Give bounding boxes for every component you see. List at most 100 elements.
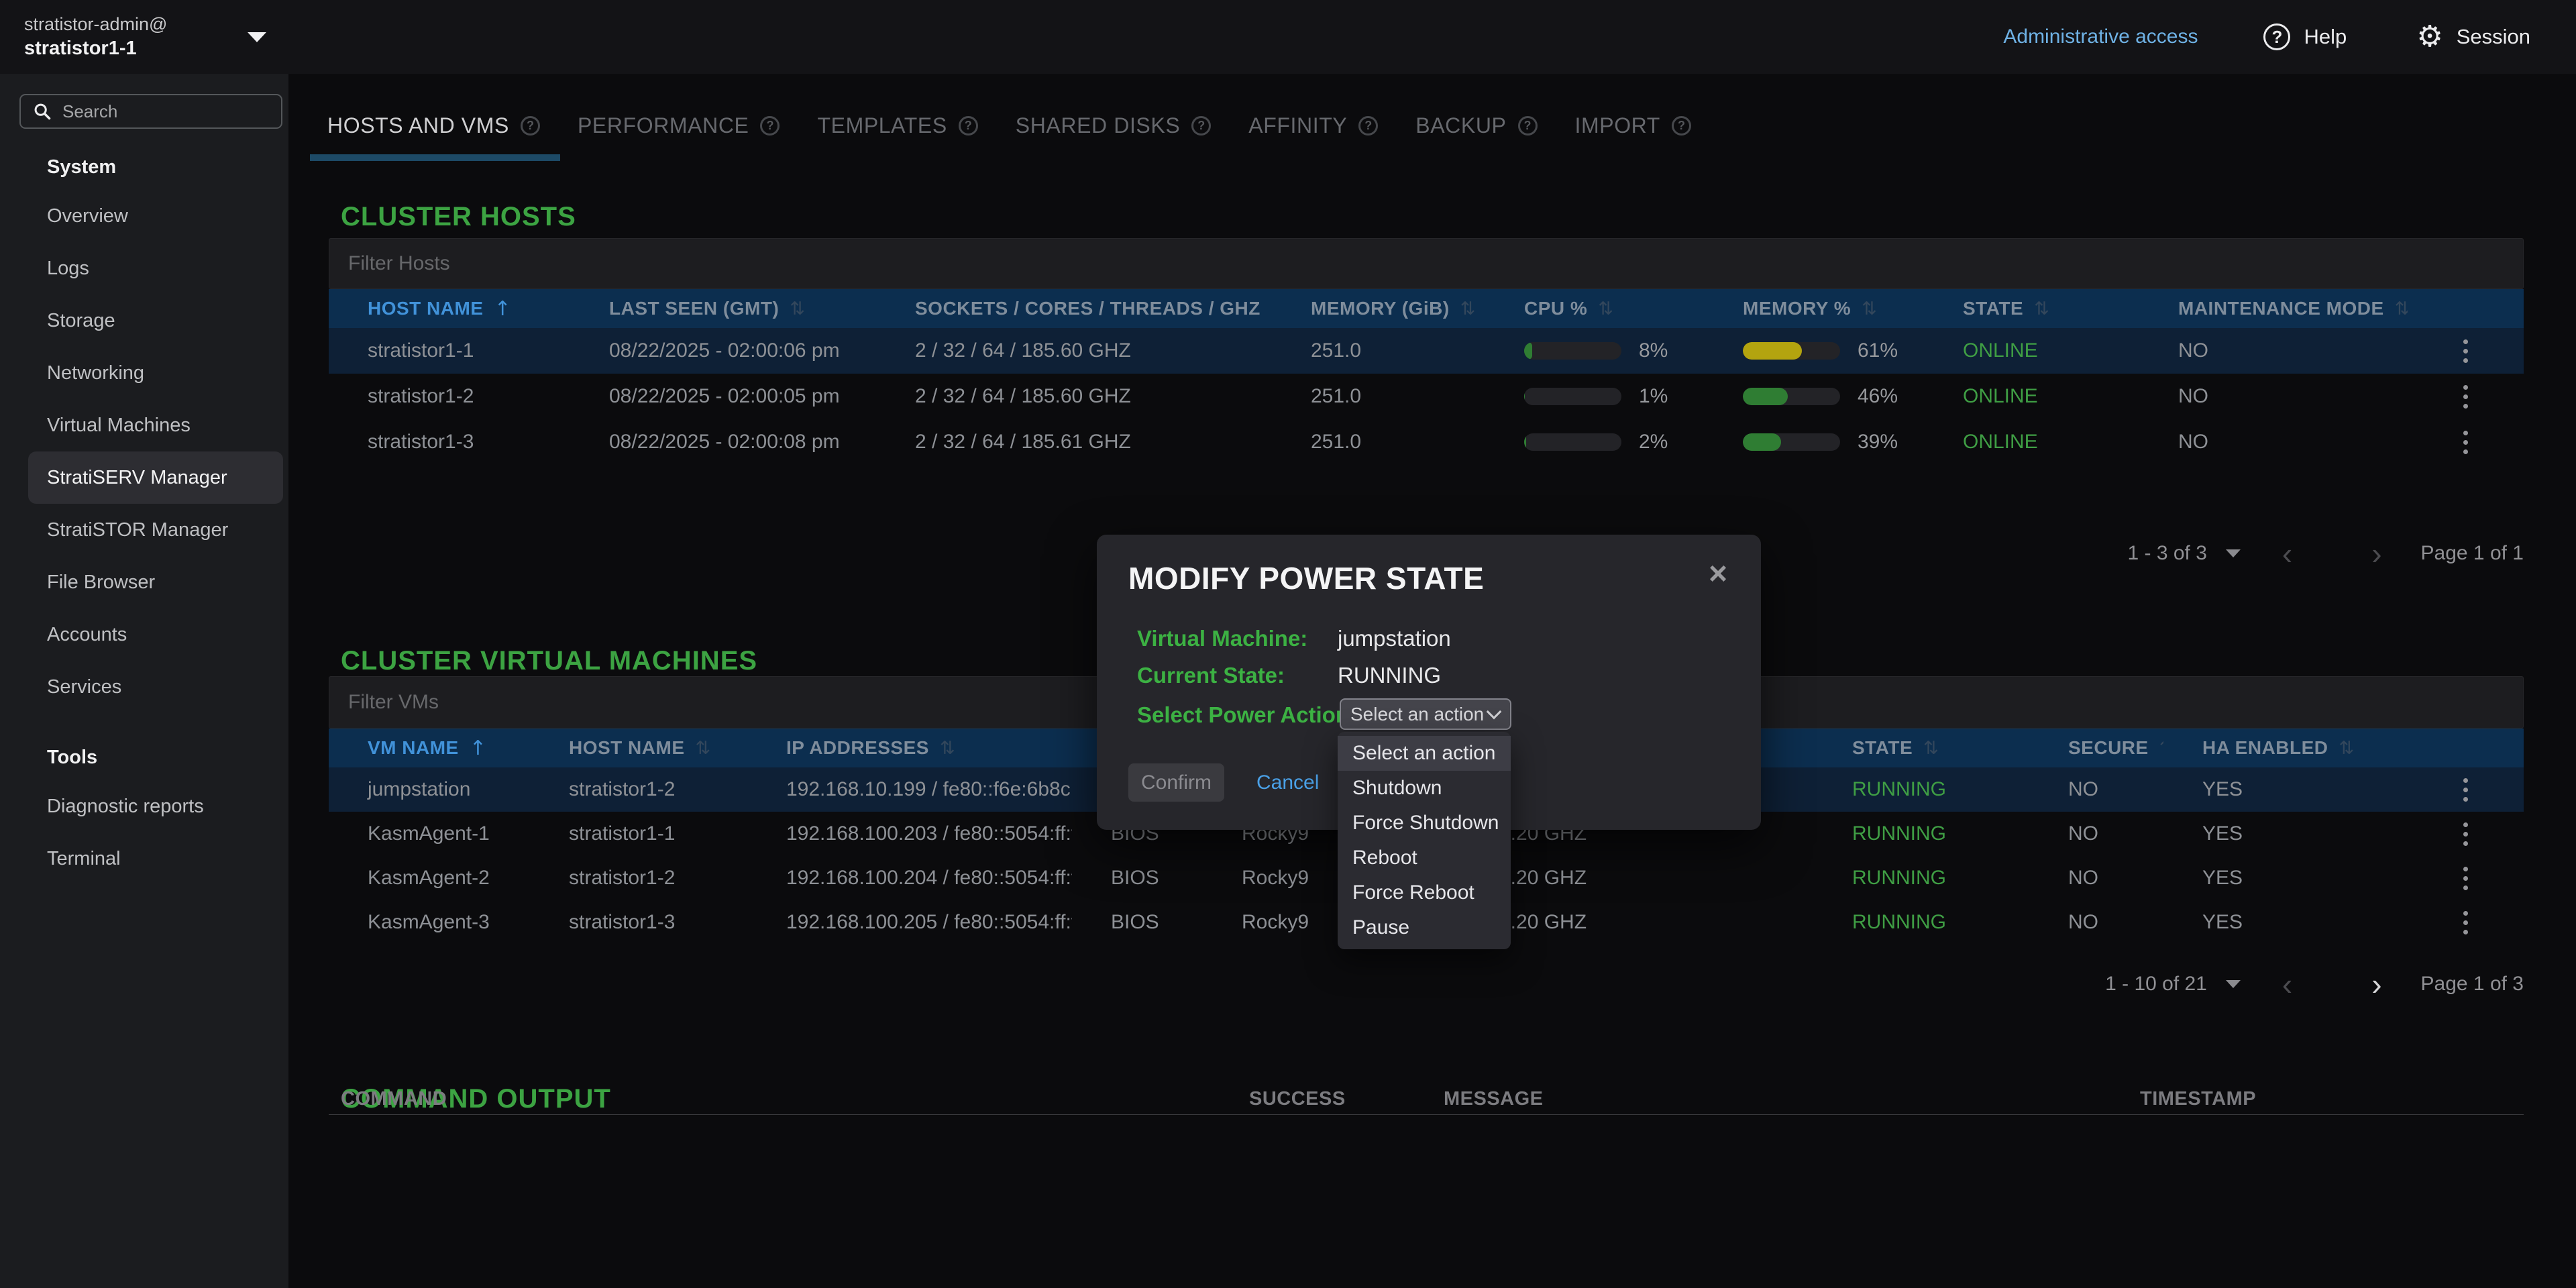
pagination-range[interactable]: 1 - 3 of 3 [2127, 542, 2206, 565]
tab-backup[interactable]: BACKUP? [1398, 90, 1557, 161]
kebab-icon[interactable] [2455, 903, 2476, 943]
firmware-cell: BIOS [1072, 867, 1203, 890]
sidebar-item-logs[interactable]: Logs [28, 242, 283, 294]
ha-enabled-cell: YES [2163, 867, 2408, 890]
sidebar-nav: SystemOverviewLogsStorageNetworkingVirtu… [0, 144, 288, 885]
cpu-usage-bar [1524, 388, 1621, 405]
nav-section-heading-tools: Tools [0, 735, 288, 780]
sort-arrow-up-icon: ↑ [494, 297, 512, 321]
column-header-host-name[interactable]: HOST NAME⇅ [530, 737, 747, 759]
session-button[interactable]: ⚙ Session [2412, 21, 2534, 52]
tab-import[interactable]: IMPORT? [1558, 90, 1711, 161]
field-label: Virtual Machine: [1137, 626, 1338, 651]
memory-usage-bar [1743, 388, 1840, 405]
column-header-vm-name[interactable]: VM NAME↑ [329, 737, 530, 760]
column-header-last-seen-gmt[interactable]: LAST SEEN (GMT)⇅ [570, 298, 876, 319]
kebab-icon[interactable] [2455, 859, 2476, 898]
sidebar-item-file-browser[interactable]: File Browser [28, 556, 283, 608]
last-seen-cell: 08/22/2025 - 02:00:05 pm [570, 385, 876, 408]
close-icon[interactable]: × [1705, 557, 1731, 591]
sidebar-item-networking[interactable]: Networking [28, 347, 283, 399]
next-page-button[interactable]: › [2371, 538, 2381, 569]
memory-usage: 61% [1704, 339, 1924, 362]
column-header-cpu[interactable]: CPU %⇅ [1485, 298, 1704, 319]
modal-title: MODIFY POWER STATE [1128, 560, 1484, 596]
sidebar-item-overview[interactable]: Overview [28, 190, 283, 242]
tab-performance[interactable]: PERFORMANCE? [560, 90, 800, 161]
power-action-option-pause[interactable]: Pause [1338, 910, 1511, 945]
question-circle-icon: ? [521, 116, 540, 136]
host-name-cell: stratistor1-3 [329, 431, 570, 453]
column-header-memory-gib[interactable]: MEMORY (GiB)⇅ [1272, 298, 1485, 319]
host-name: stratistor1-1 [24, 36, 167, 62]
host-name-cell: stratistor1-3 [530, 911, 747, 934]
tab-label: AFFINITY [1248, 113, 1347, 138]
memory-usage-value: 61% [1858, 339, 1898, 362]
sort-arrows-icon: ⇅ [790, 299, 805, 319]
next-page-button[interactable]: › [2371, 969, 2381, 1000]
prev-page-button[interactable]: ‹ [2282, 969, 2292, 1000]
column-header-ha-enabled[interactable]: HA ENABLED⇅ [2163, 737, 2408, 759]
power-action-option-force-reboot[interactable]: Force Reboot [1338, 875, 1511, 910]
help-button[interactable]: ? Help [2259, 23, 2351, 51]
secure-cell: NO [2029, 778, 2163, 801]
question-circle-icon: ? [2263, 23, 2290, 50]
kebab-icon[interactable] [2455, 770, 2476, 810]
masthead: stratistor-admin@ stratistor1-1 Administ… [0, 0, 2576, 74]
power-action-option-force-shutdown[interactable]: Force Shutdown [1338, 806, 1511, 841]
tab-templates[interactable]: TEMPLATES? [800, 90, 998, 161]
search-input[interactable] [61, 101, 270, 123]
user-menu-button[interactable]: stratistor-admin@ stratistor1-1 [0, 13, 266, 62]
kebab-icon[interactable] [2455, 331, 2476, 371]
tab-shared-disks[interactable]: SHARED DISKS? [998, 90, 1231, 161]
tab-label: SHARED DISKS [1016, 113, 1180, 138]
tab-hosts-and-vms[interactable]: HOSTS AND VMS? [310, 90, 560, 161]
prev-page-button[interactable]: ‹ [2282, 538, 2292, 569]
secure-cell: NO [2029, 822, 2163, 845]
current-state-field: Current State: RUNNING [1137, 661, 1441, 690]
hosts-table-header: HOST NAME↑LAST SEEN (GMT)⇅SOCKETS / CORE… [329, 289, 2524, 328]
search-icon [33, 102, 52, 121]
state-cell: RUNNING [1813, 867, 2029, 890]
sidebar-item-stratistor-manager[interactable]: StratiSTOR Manager [28, 504, 283, 556]
sidebar-item-terminal[interactable]: Terminal [28, 833, 283, 885]
secure-cell: NO [2029, 867, 2163, 890]
column-header-secure[interactable]: SECURE⇅ [2029, 737, 2163, 759]
filter-hosts-input[interactable] [329, 238, 2524, 289]
column-header-sockets-cores-threads-ghz[interactable]: SOCKETS / CORES / THREADS / GHZ⇅ [876, 298, 1272, 319]
column-header-state[interactable]: STATE⇅ [1813, 737, 2029, 759]
memory-usage-bar [1743, 433, 1840, 451]
kebab-icon[interactable] [2455, 423, 2476, 462]
column-header-maintenance-mode[interactable]: MAINTENANCE MODE⇅ [2139, 298, 2408, 319]
sidebar-item-services[interactable]: Services [28, 661, 283, 713]
kebab-icon[interactable] [2455, 814, 2476, 854]
sidebar-item-storage[interactable]: Storage [28, 294, 283, 347]
gear-icon: ⚙ [2416, 22, 2443, 52]
session-label: Session [2457, 25, 2530, 49]
hosts-pagination: 1 - 3 of 3 ‹ › Page 1 of 1 [2127, 533, 2524, 574]
column-header-state[interactable]: STATE⇅ [1924, 298, 2139, 319]
power-action-option-shutdown[interactable]: Shutdown [1338, 771, 1511, 806]
sidebar-item-accounts[interactable]: Accounts [28, 608, 283, 661]
os-cell: Rocky9 [1203, 911, 1344, 934]
tab-label: IMPORT [1575, 113, 1660, 138]
cancel-button[interactable]: Cancel [1252, 771, 1323, 795]
power-action-select[interactable]: Select an action [1340, 698, 1511, 730]
sidebar-item-stratiserv-manager[interactable]: StratiSERV Manager [28, 451, 283, 504]
vm-name-cell: jumpstation [329, 778, 530, 801]
pagination-range[interactable]: 1 - 10 of 21 [2105, 973, 2207, 996]
sidebar-item-diagnostic-reports[interactable]: Diagnostic reports [28, 780, 283, 833]
memory-usage-value: 39% [1858, 431, 1898, 453]
column-header-ip-addresses[interactable]: IP ADDRESSES⇅ [747, 737, 1072, 759]
column-header-memory[interactable]: MEMORY %⇅ [1704, 298, 1924, 319]
power-action-option-select-an-action[interactable]: Select an action [1338, 736, 1511, 771]
column-header-host-name[interactable]: HOST NAME↑ [329, 297, 570, 321]
sidebar-item-virtual-machines[interactable]: Virtual Machines [28, 399, 283, 451]
confirm-button[interactable]: Confirm [1128, 763, 1224, 802]
kebab-icon[interactable] [2455, 377, 2476, 417]
power-action-option-reboot[interactable]: Reboot [1338, 841, 1511, 875]
spec-cell: 2 / 32 / 64 / 185.61 GHZ [876, 431, 1272, 453]
tab-affinity[interactable]: AFFINITY? [1231, 90, 1398, 161]
administrative-access-link[interactable]: Administrative access [2003, 25, 2198, 48]
cluster-hosts-title: CLUSTER HOSTS [341, 202, 576, 232]
